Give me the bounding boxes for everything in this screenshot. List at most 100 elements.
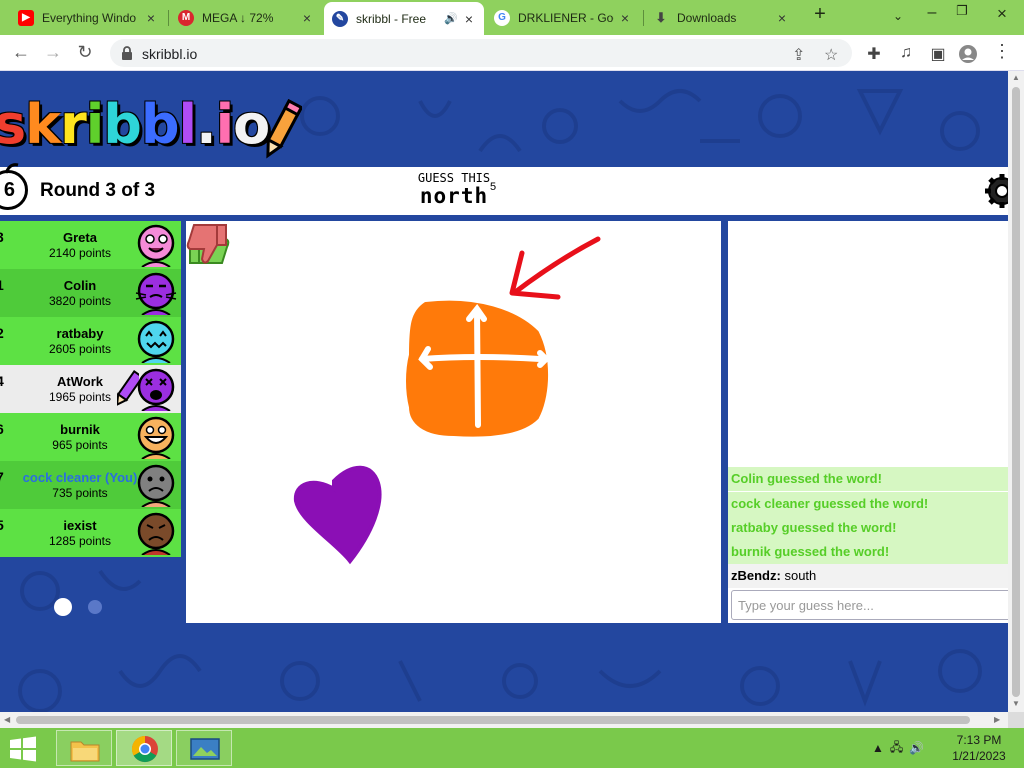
chat-message: ratbaby guessed the word!: [728, 516, 1008, 540]
player-row-atwork[interactable]: 4 AtWork 1965 points: [0, 365, 181, 413]
browser-menu-icon[interactable]: ⋮: [992, 41, 1012, 62]
player-row-ratbaby[interactable]: 2 ratbaby 2605 points: [0, 317, 181, 365]
chat-message: zBendz: south: [728, 564, 1008, 588]
skribbl-page: skribbl.io 6 Round 3 of 3 GUESS THIS nor…: [0, 71, 1008, 712]
pager-dot-active[interactable]: [54, 598, 72, 616]
browser-tab-strip: ▶ Everything Windo × M MEGA ↓ 72% × ✎ sk…: [0, 0, 1024, 35]
folder-icon: [70, 741, 100, 762]
player-avatar: [137, 512, 175, 555]
player-row-iexist[interactable]: 5 iexist 1285 points: [0, 509, 181, 557]
tab-title: MEGA ↓ 72%: [202, 10, 274, 25]
player-avatar: [137, 368, 175, 411]
window-close-button[interactable]: ×: [990, 4, 1014, 24]
speaker-icon[interactable]: 🔊: [444, 12, 458, 25]
logo-letter: s: [0, 93, 26, 156]
tab-separator: [168, 10, 169, 26]
logo-letter: r: [60, 93, 87, 156]
player-row-you[interactable]: 7 cock cleaner (You) 735 points: [0, 461, 181, 509]
close-icon[interactable]: ×: [144, 10, 158, 26]
side-panel-icon[interactable]: ▣: [928, 44, 948, 64]
player-avatar: [135, 272, 177, 315]
system-tray: ▲ 🖧 🔊: [872, 738, 924, 758]
scroll-left-arrow-icon[interactable]: ◀: [4, 715, 10, 724]
logo-letter: .: [196, 93, 216, 156]
bookmark-star-icon[interactable]: ☆: [824, 45, 838, 65]
player-avatar: [137, 416, 175, 459]
guess-this-label: GUESS THIS: [417, 171, 491, 185]
player-list: 3 Greta 2140 points 1 Colin 3820 points: [0, 221, 181, 557]
close-icon[interactable]: ×: [775, 10, 789, 26]
scrollbar-corner: [1008, 712, 1024, 728]
chat-message: cock cleaner guessed the word!: [728, 492, 1008, 516]
forward-button[interactable]: →: [42, 42, 64, 64]
address-bar[interactable]: skribbl.io ⇪ ☆: [110, 39, 852, 67]
minimize-button[interactable]: –: [920, 4, 944, 22]
horizontal-scrollbar[interactable]: ◀ ▶: [0, 712, 1008, 728]
taskbar-photos[interactable]: [176, 730, 232, 766]
windows-start-icon[interactable]: [8, 736, 38, 762]
thumbs-down-button[interactable]: [186, 221, 230, 267]
chat-message: Colin guessed the word!: [728, 467, 1008, 491]
volume-icon[interactable]: 🔊: [909, 741, 924, 755]
extensions-puzzle-icon[interactable]: ✚: [864, 44, 884, 64]
taskbar-clock[interactable]: 7:13 PM 1/21/2023: [944, 732, 1014, 764]
logo-letter: i: [215, 93, 234, 156]
drawing-strokes: [293, 236, 601, 565]
logo-letter: b: [140, 93, 180, 156]
clock-date: 1/21/2023: [952, 749, 1006, 763]
logo-letter: b: [103, 93, 142, 156]
new-tab-button[interactable]: +: [808, 3, 832, 26]
player-avatar: [137, 320, 175, 363]
taskbar-file-explorer[interactable]: [56, 730, 112, 766]
player-avatar: [137, 464, 175, 507]
chat-text: south: [784, 568, 817, 583]
tab-google[interactable]: G DRKLIENER - Goo ×: [486, 2, 640, 33]
back-button[interactable]: ←: [10, 42, 32, 64]
player-row-greta[interactable]: 3 Greta 2140 points: [0, 221, 181, 269]
word-length: 5: [490, 181, 497, 193]
taskbar-chrome[interactable]: [116, 730, 172, 766]
skribbl-logo: skribbl.io: [0, 93, 270, 156]
google-icon: G: [494, 9, 510, 26]
tab-search-icon[interactable]: ⌄: [886, 9, 910, 23]
tab-youtube[interactable]: ▶ Everything Windo ×: [10, 2, 166, 33]
drawing-canvas[interactable]: [186, 221, 721, 623]
player-row-colin[interactable]: 1 Colin 3820 points: [0, 269, 181, 317]
chat-message: burnik guessed the word!: [728, 540, 1008, 564]
game-top-bar: 6 Round 3 of 3 GUESS THIS north 5: [0, 163, 1008, 215]
show-hidden-icons-icon[interactable]: ▲: [872, 741, 884, 755]
scroll-down-arrow-icon[interactable]: ▼: [1008, 699, 1024, 708]
logo-letter: k: [25, 93, 61, 156]
scroll-up-arrow-icon[interactable]: ▲: [1008, 73, 1024, 82]
logo-pencil-icon: [266, 98, 302, 159]
vertical-scrollbar[interactable]: ▲ ▼: [1008, 71, 1024, 712]
tab-downloads[interactable]: ⬇ Downloads ×: [645, 2, 797, 33]
player-row-burnik[interactable]: 6 burnik 965 points: [0, 413, 181, 461]
horizontal-scroll-thumb[interactable]: [16, 716, 970, 724]
close-icon[interactable]: ×: [618, 10, 632, 26]
guess-input[interactable]: [731, 590, 1008, 620]
reload-button[interactable]: ↻: [74, 42, 96, 64]
chrome-icon: [131, 735, 158, 763]
tab-title: Downloads: [677, 10, 737, 25]
media-control-icon[interactable]: ♫: [896, 44, 916, 62]
tab-title: Everything Windo: [42, 10, 137, 25]
browser-toolbar: ← → ↻ skribbl.io ⇪ ☆ ✚ ♫ ▣ ⋮: [0, 35, 1024, 71]
share-icon[interactable]: ⇪: [792, 45, 805, 65]
tab-mega[interactable]: M MEGA ↓ 72% ×: [170, 2, 322, 33]
clock-time: 7:13 PM: [956, 733, 1002, 747]
scroll-right-arrow-icon[interactable]: ▶: [994, 715, 1000, 724]
network-icon[interactable]: 🖧: [890, 738, 903, 759]
close-icon[interactable]: ×: [300, 10, 314, 26]
windows-taskbar: ▲ 🖧 🔊 7:13 PM 1/21/2023: [0, 728, 1024, 768]
close-icon[interactable]: ×: [462, 11, 476, 27]
chat-author: zBendz:: [731, 568, 781, 583]
settings-gear-icon[interactable]: [984, 173, 1008, 209]
vertical-scroll-thumb[interactable]: [1012, 87, 1020, 697]
tab-skribbl[interactable]: ✎ skribbl - Free 🔊 ×: [324, 2, 484, 35]
word-to-guess: north: [419, 184, 489, 208]
profile-avatar-icon[interactable]: [958, 44, 978, 69]
restore-button[interactable]: ❐: [950, 3, 974, 19]
pager-dot[interactable]: [88, 600, 102, 614]
logo-letter: i: [85, 93, 104, 156]
